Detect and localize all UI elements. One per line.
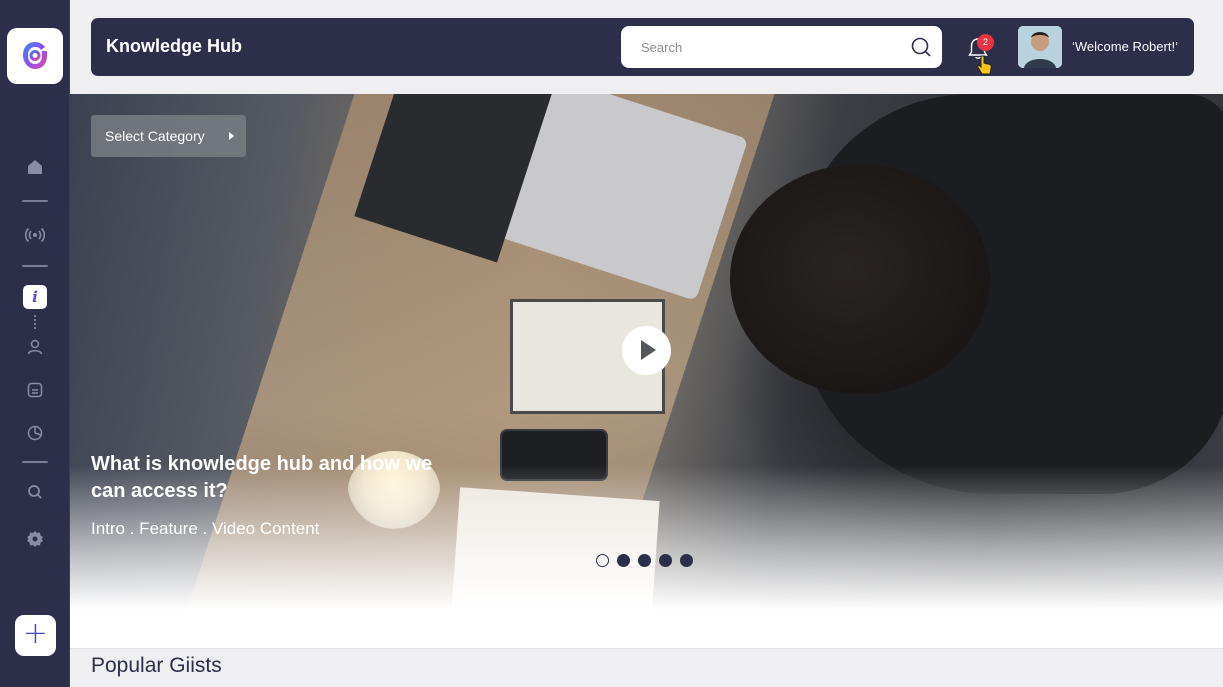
play-icon bbox=[641, 340, 656, 360]
section-title: Popular Giists bbox=[91, 654, 222, 677]
carousel-dots bbox=[596, 553, 693, 567]
sidebar-divider bbox=[22, 461, 48, 463]
user-icon bbox=[27, 339, 43, 355]
add-button[interactable]: + bbox=[15, 615, 56, 656]
carousel-dot-4[interactable] bbox=[659, 553, 672, 567]
page-title: Knowledge Hub bbox=[106, 36, 242, 56]
carousel-dot-3[interactable] bbox=[638, 553, 651, 567]
play-video-button[interactable] bbox=[622, 326, 671, 375]
sidebar-item-documents[interactable] bbox=[23, 378, 47, 402]
sidebar-item-search[interactable] bbox=[23, 480, 47, 504]
app-logo[interactable] bbox=[7, 28, 63, 84]
sidebar-item-broadcast[interactable] bbox=[23, 223, 47, 247]
chart-icon bbox=[27, 425, 43, 441]
avatar[interactable] bbox=[1018, 26, 1062, 68]
search-icon bbox=[28, 485, 42, 499]
hero-banner: Select Category What is knowledge hub an… bbox=[70, 94, 1223, 610]
content-spacer bbox=[70, 610, 1223, 648]
sidebar-divider bbox=[22, 200, 48, 202]
search-input[interactable] bbox=[641, 37, 891, 57]
carousel-dot-2[interactable] bbox=[617, 553, 630, 567]
sidebar-item-profile[interactable] bbox=[23, 335, 47, 359]
logo-icon bbox=[23, 42, 47, 69]
user-photo bbox=[1018, 26, 1062, 68]
sidebar-item-info[interactable]: i bbox=[23, 285, 47, 309]
select-category-button[interactable]: Select Category bbox=[91, 115, 246, 157]
broadcast-icon bbox=[25, 227, 45, 243]
select-category-label: Select Category bbox=[105, 128, 205, 144]
sidebar: i + bbox=[0, 0, 70, 687]
carousel-dot-5[interactable] bbox=[680, 553, 693, 567]
search-icon[interactable] bbox=[910, 36, 932, 58]
sidebar-divider bbox=[22, 265, 48, 267]
plus-icon: + bbox=[22, 616, 49, 651]
welcome-message: ‘Welcome Robert!’ bbox=[1072, 39, 1178, 54]
notification-badge: 2 bbox=[977, 34, 994, 51]
popular-section: Popular Giists bbox=[70, 648, 1223, 687]
sidebar-item-settings[interactable] bbox=[23, 527, 47, 551]
hero-title: What is knowledge hub and how we can acc… bbox=[91, 453, 433, 502]
sidebar-dots bbox=[34, 315, 36, 329]
hero-subtitle: Intro . Feature . Video Content bbox=[91, 519, 320, 538]
home-icon bbox=[28, 160, 42, 174]
document-icon bbox=[27, 382, 43, 398]
chevron-right-icon bbox=[229, 132, 234, 140]
hand-cursor-icon bbox=[976, 55, 993, 75]
sidebar-item-home[interactable] bbox=[23, 155, 47, 179]
sidebar-item-analytics[interactable] bbox=[23, 421, 47, 445]
info-icon: i bbox=[32, 288, 38, 306]
carousel-dot-1[interactable] bbox=[596, 553, 609, 567]
search-box[interactable] bbox=[621, 26, 942, 68]
settings-icon bbox=[27, 531, 43, 547]
top-header: Knowledge Hub 2 ‘Welcome Robert!’ bbox=[91, 18, 1194, 76]
